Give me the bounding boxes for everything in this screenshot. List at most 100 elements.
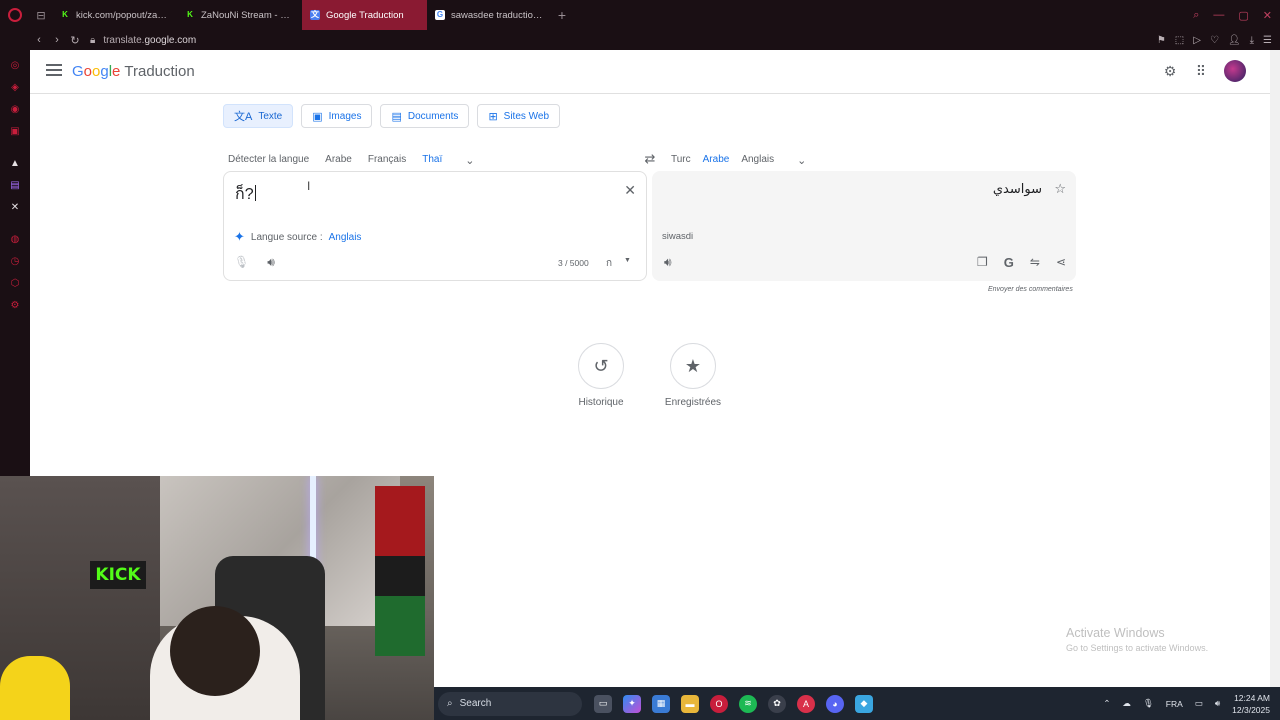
volume-icon[interactable]: 🔊︎ [1215, 698, 1220, 709]
history-sidebar-icon[interactable]: ◷ [0, 250, 30, 272]
forward-icon[interactable]: › [48, 34, 66, 46]
store-icon[interactable]: ▦ [652, 694, 670, 713]
detected-language-link[interactable]: Anglais [329, 232, 362, 243]
aria-icon[interactable]: ◎ [0, 54, 30, 76]
chevron-down-icon[interactable]: ⌄ [465, 154, 474, 167]
page-scrollbar[interactable] [1270, 50, 1280, 687]
listen-speaker-icon[interactable]: 🔊︎ [267, 255, 275, 270]
kick-favicon-icon: K [60, 10, 70, 20]
discord-icon[interactable]: ◕ [826, 694, 844, 713]
listen-speaker-icon[interactable]: 🔊︎ [664, 255, 672, 270]
clock-time: 12:24 AM [1234, 692, 1270, 703]
file-explorer-icon[interactable]: ▬ [681, 694, 699, 713]
back-icon[interactable]: ‹ [30, 34, 48, 46]
main-menu-button[interactable] [46, 64, 62, 76]
player-icon[interactable]: ▷ [1193, 35, 1201, 46]
cloud-icon[interactable]: ☁ [1122, 698, 1131, 709]
microphone-icon[interactable]: 🎙︎ [234, 255, 249, 270]
copy-icon[interactable]: ❐ [977, 255, 988, 270]
tab-title: Google Traduction [326, 9, 404, 21]
adobe-icon[interactable]: A [797, 694, 815, 713]
google-translate-favicon-icon: 文 [310, 10, 320, 20]
microphone-tray-icon[interactable]: 🎙︎ [1143, 698, 1154, 709]
bookmark-icon[interactable]: ⚑ [1157, 35, 1166, 46]
translation-mode-tabs: 文A Texte ▣ Images ▤ Documents ⊞ Sites We… [223, 104, 561, 128]
tab-title: kick.com/popout/zanoun [76, 9, 169, 21]
messenger-icon[interactable]: ◉ [0, 98, 30, 120]
google-translate-logo[interactable]: Google Traduction [72, 63, 195, 80]
chevron-down-icon[interactable]: ⌄ [797, 154, 806, 167]
star-icon[interactable]: ☆ [1054, 181, 1066, 197]
share-icon[interactable]: ⋖ [1056, 255, 1066, 270]
webcam-flag [375, 486, 425, 556]
search-tabs-icon[interactable]: ⌕ [1193, 9, 1199, 22]
workspaces-icon[interactable]: ⊟ [30, 0, 52, 30]
logo-letter: e [112, 63, 121, 80]
browser-tab[interactable]: G sawasdee traduction - Re [427, 0, 552, 30]
mode-images-button[interactable]: ▣ Images [301, 104, 373, 128]
history-icon[interactable]: ↺ [578, 343, 624, 389]
input-language[interactable]: FRA [1166, 699, 1183, 709]
minimize-icon[interactable]: — [1213, 9, 1224, 21]
new-tab-button[interactable]: + [552, 7, 572, 23]
extensions-icon[interactable]: ⬡ [0, 272, 30, 294]
header-actions: ⚙ ⠿ [1162, 60, 1246, 82]
mode-websites-button[interactable]: ⊞ Sites Web [477, 104, 561, 128]
snapshot-icon[interactable]: ⬚ [1175, 35, 1184, 46]
clear-text-icon[interactable]: ✕ [624, 182, 636, 199]
settings-sidebar-icon[interactable]: ⚙ [0, 294, 30, 316]
maximize-icon[interactable]: ▢ [1238, 9, 1248, 22]
google-icon[interactable]: G [1004, 255, 1014, 270]
easy-setup-icon[interactable]: ☰ [1263, 35, 1272, 46]
mode-label: Images [328, 110, 362, 122]
download-icon[interactable]: ⤓ [1250, 35, 1254, 46]
send-feedback-link[interactable]: Envoyer des commentaires [988, 286, 1073, 293]
instagram-icon[interactable]: ▣ [0, 120, 30, 142]
rate-translation-icon[interactable]: ⇋ [1030, 255, 1040, 270]
browser-tab[interactable]: K kick.com/popout/zanoun [52, 0, 177, 30]
saved-label: Enregistrées [664, 397, 722, 408]
swap-languages-icon[interactable]: ⇄ [640, 146, 660, 172]
settings-gear-icon[interactable]: ⚙ [1162, 63, 1178, 79]
x-icon[interactable]: ✕ [0, 196, 30, 218]
detected-language-hint: ✦ Langue source : Anglais [234, 229, 361, 245]
close-window-icon[interactable]: ✕ [1263, 9, 1272, 22]
translation-actions: ❐ G ⇋ ⋖ [977, 255, 1066, 270]
source-text-input[interactable]: ก็? [235, 182, 256, 207]
copilot-icon[interactable]: ✦ [623, 694, 641, 713]
input-tools-icon[interactable]: ก [606, 256, 612, 271]
display-icon[interactable]: ▭ [1195, 698, 1203, 709]
opera-logo-icon[interactable] [0, 0, 30, 30]
history-shortcut[interactable]: ↺ Historique [561, 343, 641, 408]
taskbar-search[interactable]: ⌕ Search [438, 691, 582, 716]
twitch-icon[interactable]: ▤ [0, 174, 30, 196]
browser-tab[interactable]: K ZaNouNi Stream - Watch [177, 0, 302, 30]
mode-label: Texte [258, 110, 283, 122]
spotify-icon[interactable]: ≋ [739, 694, 757, 713]
sparkle-icon: ✦ [234, 229, 245, 244]
chevron-down-icon[interactable]: ▼ [624, 257, 631, 264]
apps-grid-icon[interactable]: ⠿ [1193, 63, 1209, 79]
star-filled-icon[interactable]: ★ [670, 343, 716, 389]
chatgpt-icon[interactable]: ✿ [768, 694, 786, 713]
app-icon[interactable]: ◆ [855, 694, 873, 713]
clock[interactable]: 12:24 AM 12/3/2025 [1232, 692, 1270, 716]
heart-icon[interactable]: ♡ [1210, 35, 1219, 46]
app-a-icon[interactable]: ▲ [0, 152, 30, 174]
opera-gx-icon[interactable]: O [710, 694, 728, 713]
watermark-subtitle: Go to Settings to activate Windows. [1066, 643, 1209, 653]
mode-documents-button[interactable]: ▤ Documents [380, 104, 470, 128]
logo-letter: o [83, 63, 93, 80]
profile-icon[interactable]: 👤︎ [1228, 35, 1241, 46]
crypto-wallet-icon[interactable]: ◈ [0, 76, 30, 98]
url-field[interactable]: 🔒︎ translate.google.com [90, 35, 196, 46]
account-avatar[interactable] [1224, 60, 1246, 82]
reload-icon[interactable]: ↻ [66, 34, 84, 47]
tab-title: sawasdee traduction - Re [451, 9, 544, 21]
task-view-icon[interactable]: ▭ [594, 694, 612, 713]
saved-shortcut[interactable]: ★ Enregistrées [653, 343, 733, 408]
browser-tab-active[interactable]: 文 Google Traduction [302, 0, 427, 30]
mode-text-button[interactable]: 文A Texte [223, 104, 294, 128]
chevron-up-icon[interactable]: ⌃ [1103, 698, 1110, 709]
player-sidebar-icon[interactable]: ◍ [0, 228, 30, 250]
